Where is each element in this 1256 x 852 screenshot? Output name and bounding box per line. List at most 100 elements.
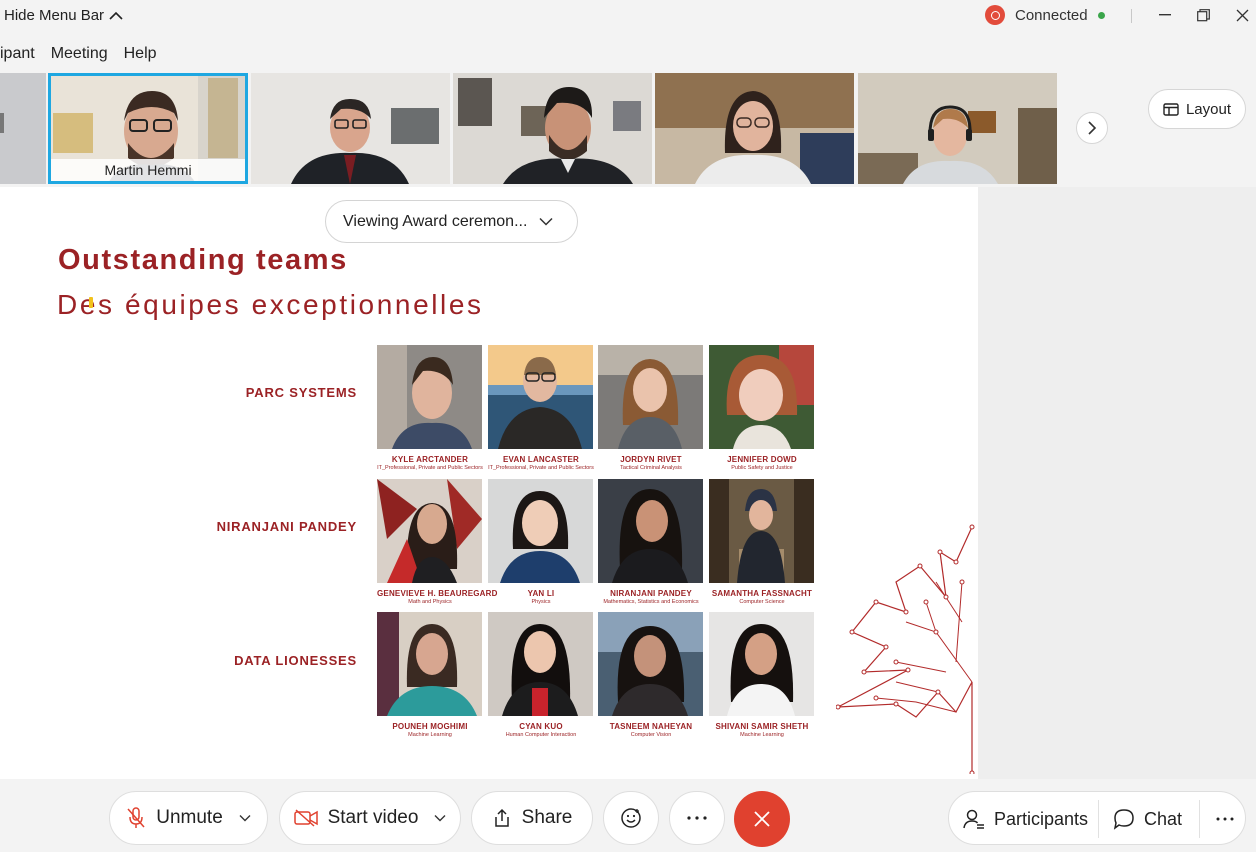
layout-button[interactable]: Layout xyxy=(1148,89,1246,129)
team-label: NIRANJANI PANDEY xyxy=(216,519,357,534)
member-name: KYLE ARCTANDER xyxy=(391,455,469,464)
shared-content-slide: Viewing Award ceremon... Outstanding tea… xyxy=(0,187,978,779)
member-photo xyxy=(709,345,814,449)
next-participants-button[interactable] xyxy=(1076,112,1108,144)
pointer-marker xyxy=(89,297,93,308)
member-department: IT_Professional, Private and Public Sect… xyxy=(377,465,483,471)
member-name: GENEVIEVE H. BEAUREGARD xyxy=(377,589,498,598)
team-member-card: JORDYN RIVET Tactical Criminal Analysis xyxy=(598,345,704,471)
team-member-card: SAMANTHA FASSNACHT Computer Science xyxy=(709,479,815,605)
video-feed xyxy=(0,73,46,184)
maple-leaf-decoration-icon xyxy=(836,524,975,774)
button-divider xyxy=(1199,800,1200,838)
member-department: Public Safety and Justice xyxy=(731,465,793,471)
connection-status-text: Connected xyxy=(1015,6,1088,24)
reactions-button[interactable] xyxy=(603,791,659,845)
member-photo xyxy=(598,345,703,449)
participant-video[interactable] xyxy=(453,73,652,184)
member-name: POUNEH MOGHIMI xyxy=(392,722,468,731)
video-off-icon xyxy=(293,809,318,827)
more-dots-icon xyxy=(1216,817,1234,821)
participant-video-strip: Martin Hemmi Layout xyxy=(0,73,1256,185)
participant-video-partial[interactable] xyxy=(0,73,46,184)
menu-help[interactable]: Help xyxy=(124,40,157,68)
video-feed xyxy=(251,73,450,184)
member-department: Computer Vision xyxy=(630,732,672,738)
leave-meeting-button[interactable] xyxy=(734,791,790,847)
member-department: Machine Learning xyxy=(408,732,452,738)
participant-video[interactable] xyxy=(858,73,1057,184)
member-photo xyxy=(598,479,703,583)
team-member-card: SHIVANI SAMIR SHETH Machine Learning xyxy=(709,612,815,738)
close-icon xyxy=(754,811,770,827)
menu-bar: ipant Meeting Help xyxy=(0,40,157,68)
member-photo xyxy=(488,612,593,716)
member-name: YAN LI xyxy=(527,589,555,598)
member-name: SHIVANI SAMIR SHETH xyxy=(715,722,809,731)
chevron-down-icon xyxy=(539,217,553,226)
member-department: Math and Physics xyxy=(408,599,452,605)
unmute-label: Unmute xyxy=(156,807,223,828)
menu-participant[interactable]: ipant xyxy=(0,40,35,68)
more-panels-button[interactable] xyxy=(1210,792,1240,846)
title-bar: Hide Menu Bar Connected xyxy=(0,0,1256,34)
team-member-card: NIRANJANI PANDEY Mathematics, Statistics… xyxy=(598,479,704,605)
viewing-content-dropdown[interactable]: Viewing Award ceremon... xyxy=(325,200,578,243)
team-member-card: GENEVIEVE H. BEAUREGARD Math and Physics xyxy=(377,479,498,605)
member-photo xyxy=(488,345,593,449)
chat-button[interactable]: Chat xyxy=(1113,792,1193,846)
team-member-card: JENNIFER DOWD Public Safety and Justice xyxy=(709,345,815,471)
slide-title: Outstanding teams xyxy=(58,244,348,276)
share-button[interactable]: Share xyxy=(471,791,593,845)
participant-video-martin-hemmi[interactable]: Martin Hemmi xyxy=(48,73,248,184)
participants-label: Participants xyxy=(994,808,1089,829)
minimize-button[interactable] xyxy=(1150,4,1180,26)
member-name: TASNEEM NAHEYAN xyxy=(609,722,693,731)
member-department: Machine Learning xyxy=(740,732,784,738)
restore-button[interactable] xyxy=(1188,4,1218,26)
menu-meeting[interactable]: Meeting xyxy=(51,40,108,68)
button-divider xyxy=(1098,800,1099,838)
connected-dot-icon xyxy=(1097,11,1105,19)
share-icon xyxy=(494,808,509,827)
minimize-icon xyxy=(1159,14,1171,16)
member-department: Physics xyxy=(531,599,551,605)
chevron-up-icon xyxy=(109,11,123,20)
chevron-down-icon[interactable] xyxy=(434,814,446,822)
participants-icon xyxy=(963,809,984,829)
chat-bubble-icon xyxy=(1113,809,1134,830)
hide-menu-bar-button[interactable]: Hide Menu Bar xyxy=(4,7,123,24)
close-icon xyxy=(1236,9,1248,21)
video-feed xyxy=(858,73,1057,184)
more-options-button[interactable] xyxy=(669,791,725,845)
participant-video[interactable] xyxy=(655,73,854,184)
member-name: SAMANTHA FASSNACHT xyxy=(711,589,813,598)
panel-buttons-group: Participants Chat xyxy=(948,791,1246,845)
chat-label: Chat xyxy=(1144,808,1183,829)
smiley-icon xyxy=(621,808,641,828)
participants-button[interactable]: Participants xyxy=(963,792,1099,846)
team-member-card: EVAN LANCASTER IT_Professional, Private … xyxy=(488,345,594,471)
member-name: EVAN LANCASTER xyxy=(503,455,579,464)
recording-icon xyxy=(985,5,1005,25)
start-video-button[interactable]: Start video xyxy=(279,791,461,845)
layout-icon xyxy=(1163,102,1179,116)
hide-menu-bar-label: Hide Menu Bar xyxy=(4,7,105,24)
member-photo xyxy=(377,345,482,449)
muted-microphone-icon xyxy=(127,807,145,828)
connection-indicator[interactable]: Connected xyxy=(985,5,1105,25)
member-photo xyxy=(488,479,593,583)
start-video-label: Start video xyxy=(327,807,419,828)
unmute-button[interactable]: Unmute xyxy=(109,791,268,845)
participant-video[interactable] xyxy=(251,73,450,184)
close-window-button[interactable] xyxy=(1227,4,1256,26)
member-photo xyxy=(709,479,814,583)
member-photo xyxy=(377,612,482,716)
side-panel-empty xyxy=(978,187,1256,779)
member-department: Human Computer Interaction xyxy=(505,732,577,738)
chevron-down-icon[interactable] xyxy=(239,814,251,822)
video-feed xyxy=(655,73,854,184)
member-name: JORDYN RIVET xyxy=(620,455,682,464)
layout-label: Layout xyxy=(1185,100,1232,118)
member-name: NIRANJANI PANDEY xyxy=(610,589,692,598)
